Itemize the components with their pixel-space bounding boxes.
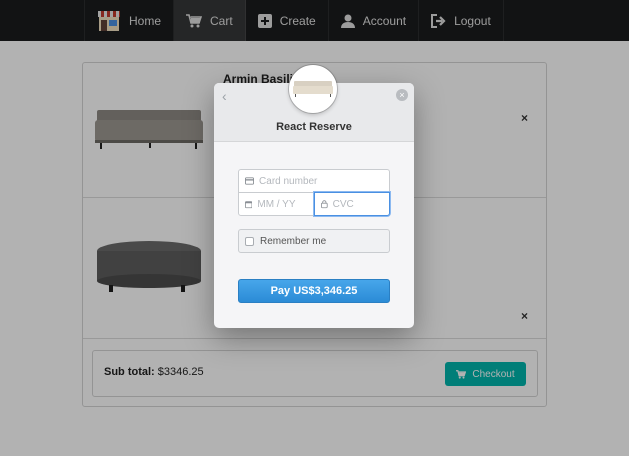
remember-me-field[interactable]: Remember me [238,229,390,253]
remember-me-checkbox[interactable] [245,236,254,246]
remember-me-label: Remember me [260,235,327,247]
merchant-logo [289,65,337,113]
card-number-field[interactable] [238,169,390,193]
back-button[interactable]: ‹ [222,88,227,104]
card-number-input[interactable] [259,175,389,187]
payment-modal: ‹ × React Reserve Remember me [214,65,414,328]
sofa-logo-icon [293,81,333,97]
lock-icon [321,200,328,209]
pay-button[interactable]: Pay US$3,346.25 [238,279,390,303]
calendar-icon [245,200,253,208]
expiry-input[interactable] [257,198,313,210]
cvc-input[interactable] [332,198,389,210]
credit-card-icon [245,177,255,185]
expiry-field[interactable] [238,192,314,216]
cvc-field[interactable] [314,192,390,216]
modal-title: React Reserve [276,121,352,133]
close-button[interactable]: × [396,89,408,101]
